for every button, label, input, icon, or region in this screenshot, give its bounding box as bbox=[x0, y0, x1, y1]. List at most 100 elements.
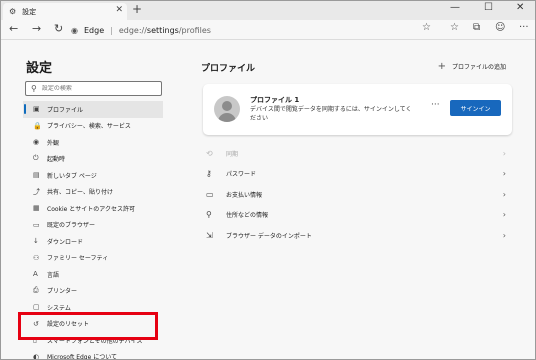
add-profile-button[interactable]: + プロファイルの追加 bbox=[438, 61, 506, 72]
settings-row-label: ブラウザー データのインポート bbox=[226, 232, 312, 240]
close-tab-icon[interactable]: ✕ bbox=[115, 5, 123, 15]
forward-button[interactable]: → bbox=[32, 22, 41, 35]
settings-search[interactable]: ⚲ bbox=[25, 81, 162, 96]
sidebar-item-3[interactable]: ⏻ 起動時 bbox=[23, 151, 163, 168]
printer-icon: ⎙ bbox=[33, 286, 39, 295]
chevron-right-icon: › bbox=[502, 210, 506, 220]
settings-row-label: お支払い情報 bbox=[226, 191, 263, 199]
settings-row-1[interactable]: ⚷ パスワード › bbox=[203, 164, 512, 185]
chevron-right-icon: › bbox=[502, 230, 506, 240]
settings-row-4[interactable]: ⇲ ブラウザー データのインポート › bbox=[203, 225, 512, 246]
settings-row-0: ⟲ 同期 › bbox=[203, 143, 512, 164]
sidebar-item-9[interactable]: ⚇ ファミリー セーフティ bbox=[23, 250, 163, 267]
profile-icon[interactable]: ☺ bbox=[495, 22, 505, 33]
address-separator: | bbox=[110, 25, 113, 35]
sidebar-item-label: 既定のブラウザー bbox=[47, 222, 96, 230]
plus-icon: + bbox=[437, 61, 446, 72]
sidebar-item-2[interactable]: ◉ 外観 bbox=[23, 134, 163, 151]
address-brand: Edge bbox=[83, 25, 105, 35]
lock-icon: 🔒 bbox=[33, 121, 42, 130]
collections-icon[interactable]: ⧉ bbox=[473, 22, 480, 33]
sidebar-item-7[interactable]: ▭ 既定のブラウザー bbox=[23, 217, 163, 234]
favorites-icon[interactable]: ☆ bbox=[450, 22, 459, 33]
favorite-star-icon[interactable]: ☆ bbox=[422, 22, 431, 33]
sidebar-item-label: プライバシー、検索、サービス bbox=[47, 123, 131, 131]
back-button[interactable]: ← bbox=[9, 22, 18, 35]
new-tab-button[interactable]: + bbox=[132, 2, 142, 16]
highlight-box bbox=[18, 312, 158, 340]
card-icon: ▭ bbox=[206, 189, 214, 199]
settings-row-label: 同期 bbox=[226, 150, 239, 158]
share-icon: ⤴ bbox=[33, 187, 40, 196]
search-icon: ⚲ bbox=[31, 84, 37, 93]
edge-icon: ◐ bbox=[33, 352, 40, 360]
more-menu-icon[interactable]: ··· bbox=[519, 22, 529, 33]
browser-window: ⚙ 設定 ✕ + — ☐ ✕ ← → ↻ ◉ Edge | edge://set… bbox=[0, 0, 536, 360]
sidebar-item-label: プロファイル bbox=[47, 106, 84, 114]
newtab-icon: ▤ bbox=[33, 171, 40, 180]
cookie-icon: ▦ bbox=[33, 204, 40, 213]
profile-settings-list: ⟲ 同期 › ⚷ パスワード › ▭ お支払い情報 › ⚲ 住所などの情報 › ⇲ ブラウザー データのイ… bbox=[203, 143, 512, 246]
sidebar-item-label: ダウンロード bbox=[47, 238, 84, 246]
profile-icon: ▣ bbox=[33, 105, 40, 114]
sidebar-item-label: 言語 bbox=[47, 271, 60, 279]
gear-icon: ⚙ bbox=[9, 7, 17, 16]
sidebar-item-0[interactable]: ▣ プロファイル bbox=[23, 101, 163, 118]
sidebar-item-6[interactable]: ▦ Cookie とサイトのアクセス許可 bbox=[23, 200, 163, 217]
family-icon: ⚇ bbox=[33, 253, 40, 262]
key-icon: ⚷ bbox=[206, 169, 212, 179]
language-icon: A bbox=[33, 270, 38, 279]
sign-in-button[interactable]: サインイン bbox=[450, 100, 501, 116]
minimize-button[interactable]: — bbox=[450, 2, 460, 13]
profile-name: プロファイル 1 bbox=[250, 96, 300, 104]
tab-strip: ⚙ 設定 ✕ + — ☐ ✕ bbox=[1, 1, 535, 20]
site-info-icon[interactable]: ◉ bbox=[71, 26, 78, 35]
sidebar-item-11[interactable]: ⎙ プリンター bbox=[23, 283, 163, 300]
tab-settings[interactable]: ⚙ 設定 ✕ bbox=[3, 3, 127, 20]
sync-icon: ⟲ bbox=[206, 148, 213, 158]
more-options-button[interactable]: ··· bbox=[431, 100, 440, 110]
sidebar-item-1[interactable]: 🔒 プライバシー、検索、サービス bbox=[23, 118, 163, 135]
settings-row-label: 住所などの情報 bbox=[226, 212, 269, 220]
page-title: プロファイル bbox=[201, 64, 256, 74]
settings-row-label: パスワード bbox=[226, 171, 257, 179]
toolbar: ← → ↻ ◉ Edge | edge://settings/profiles … bbox=[1, 20, 535, 40]
system-icon: ▢ bbox=[33, 303, 40, 312]
sidebar-item-8[interactable]: ↓ ダウンロード bbox=[23, 233, 163, 250]
settings-row-3[interactable]: ⚲ 住所などの情報 › bbox=[203, 205, 512, 226]
chevron-right-icon: › bbox=[502, 189, 506, 199]
sidebar-item-label: システム bbox=[47, 304, 71, 312]
chevron-right-icon: › bbox=[502, 169, 506, 179]
search-input[interactable] bbox=[41, 85, 152, 92]
maximize-button[interactable]: ☐ bbox=[484, 2, 493, 13]
settings-row-2[interactable]: ▭ お支払い情報 › bbox=[203, 184, 512, 205]
avatar bbox=[214, 96, 240, 122]
browser-icon: ▭ bbox=[33, 220, 40, 229]
sidebar-item-label: 新しいタブ ページ bbox=[47, 172, 97, 180]
address-url: edge://settings/profiles bbox=[118, 25, 211, 35]
sidebar-item-15[interactable]: ◐ Microsoft Edge について bbox=[23, 349, 163, 360]
settings-title: 設定 bbox=[26, 61, 53, 76]
add-profile-label: プロファイルの追加 bbox=[451, 64, 506, 71]
profile-card: プロファイル 1 デバイス間で閲覧データを同期するには、サインインしてください … bbox=[203, 84, 512, 135]
sidebar-item-label: 外観 bbox=[47, 139, 60, 147]
appearance-icon: ◉ bbox=[33, 138, 40, 147]
sidebar-item-label: 起動時 bbox=[47, 156, 66, 164]
import-icon: ⇲ bbox=[206, 230, 213, 240]
address-bar[interactable]: ◉ Edge | edge://settings/profiles bbox=[71, 22, 439, 38]
sidebar-item-label: Cookie とサイトのアクセス許可 bbox=[47, 205, 135, 213]
close-window-button[interactable]: ✕ bbox=[516, 2, 524, 13]
power-icon: ⏻ bbox=[33, 154, 39, 163]
sidebar-item-label: Microsoft Edge について bbox=[47, 354, 118, 360]
sidebar-item-label: ファミリー セーフティ bbox=[47, 255, 109, 263]
sidebar-item-10[interactable]: A 言語 bbox=[23, 266, 163, 283]
sidebar-item-4[interactable]: ▤ 新しいタブ ページ bbox=[23, 167, 163, 184]
tab-title: 設定 bbox=[22, 7, 37, 16]
refresh-button[interactable]: ↻ bbox=[54, 22, 63, 35]
chevron-right-icon: › bbox=[502, 148, 506, 158]
location-icon: ⚲ bbox=[206, 210, 212, 220]
sidebar-item-5[interactable]: ⤴ 共有、コピー、貼り付け bbox=[23, 184, 163, 201]
main-content: プロファイル + プロファイルの追加 プロファイル 1 デバイス間で閲覧データを… bbox=[173, 41, 535, 359]
sidebar-item-label: プリンター bbox=[47, 288, 78, 296]
sidebar-item-label: 共有、コピー、貼り付け bbox=[47, 189, 113, 197]
